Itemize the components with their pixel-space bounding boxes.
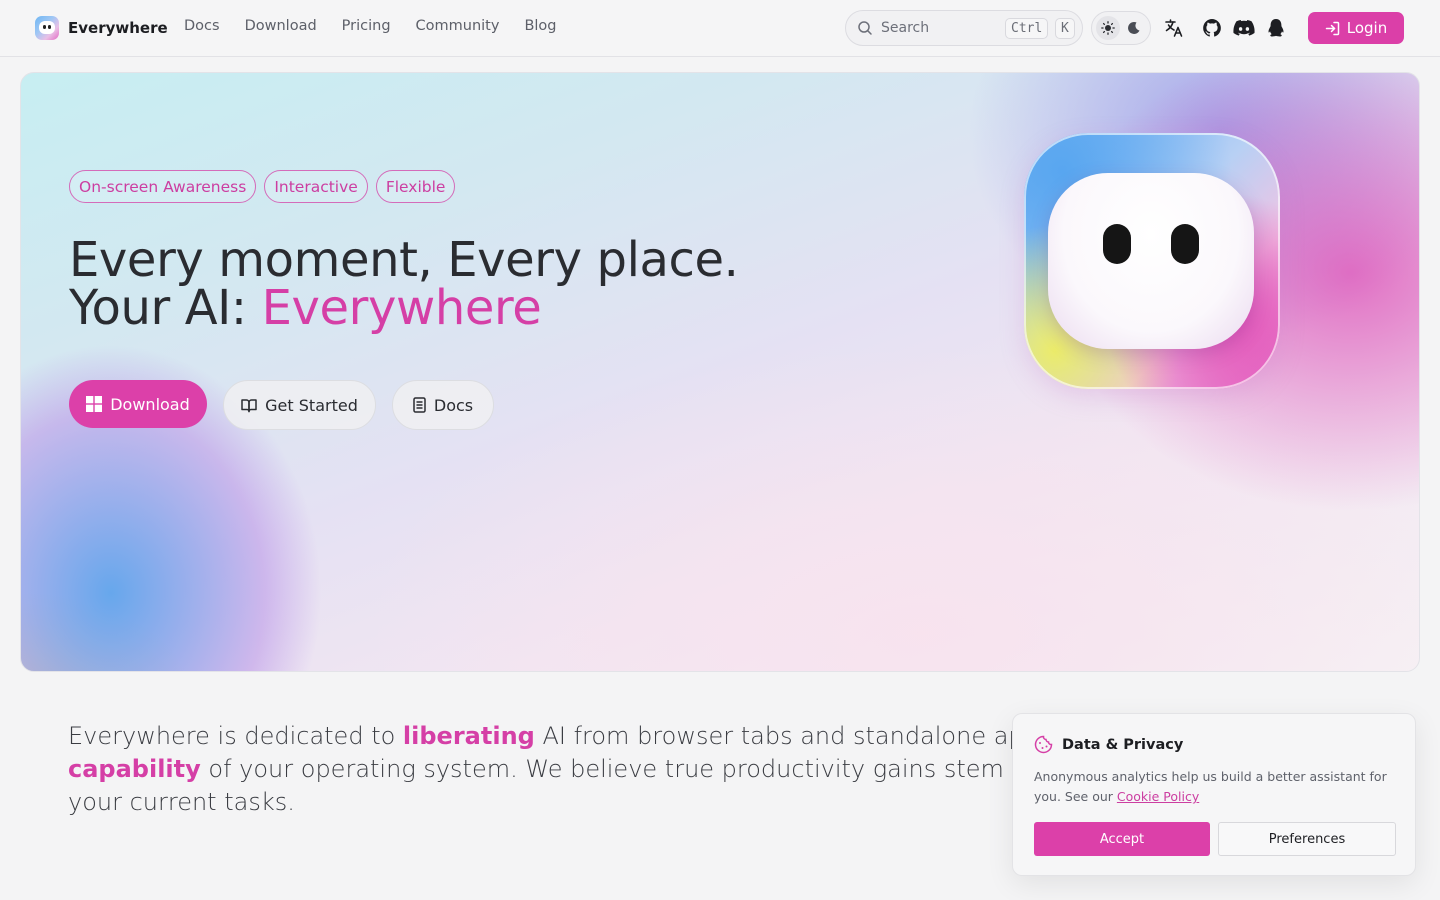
cookie-header: Data & Privacy [1034,735,1183,754]
shortcut-key-ctrl: Ctrl [1005,18,1049,39]
brand[interactable]: Everywhere [35,15,168,41]
cookie-description: Anonymous analytics help us build a bett… [1034,767,1404,807]
get-started-button[interactable]: Get Started [223,380,376,430]
github-icon[interactable] [1201,17,1223,39]
theme-switcher [1091,11,1151,45]
get-started-label: Get Started [265,395,358,415]
top-navbar: Everywhere Docs Download Pricing Communi… [0,0,1440,57]
headline-line-2: Your AI: Everywhere [69,284,739,332]
mascot-right-eye [1171,224,1199,264]
sun-icon[interactable] [1096,16,1120,40]
mission-statement: Everywhere is dedicated to liberating AI… [68,720,1168,819]
headline-prefix: Your AI: [69,280,262,336]
qq-icon[interactable] [1265,17,1287,39]
hero-headline: Every moment, Every place. Your AI: Ever… [69,236,739,332]
book-open-icon [241,398,257,412]
nav-links: Docs Download Pricing Community Blog [184,18,582,34]
translate-icon[interactable] [1163,17,1185,39]
document-icon [413,397,426,413]
docs-button[interactable]: Docs [392,380,494,430]
preferences-button[interactable]: Preferences [1218,822,1396,856]
shortcut-key-k: K [1055,18,1075,39]
mission-highlight-capability: capability [68,755,201,783]
nav-link-download[interactable]: Download [245,18,317,34]
search-icon [858,21,872,35]
windows-icon [86,396,103,412]
cookie-consent-card: Data & Privacy Anonymous analytics help … [1012,713,1416,876]
nav-link-blog[interactable]: Blog [524,18,556,34]
mission-text-1: Everywhere is dedicated to [68,722,403,750]
docs-label: Docs [433,395,474,415]
download-button[interactable]: Download [69,380,207,428]
hero-buttons: Download Get Started Docs [69,380,510,430]
mission-highlight-liberating: liberating [402,722,535,750]
login-icon [1325,21,1340,35]
mission-text-4: your current tasks. [68,788,295,816]
mascot-face [1048,173,1254,349]
pill-interactive: Interactive [264,170,368,203]
nav-link-docs[interactable]: Docs [184,18,220,34]
feature-pills: On-screen Awareness Interactive Flexible [69,170,463,203]
brand-name: Everywhere [68,19,168,37]
nav-link-pricing[interactable]: Pricing [342,18,391,34]
download-label: Download [110,394,190,414]
cookie-title: Data & Privacy [1062,736,1184,753]
search-placeholder: Search [881,20,930,36]
nav-link-community[interactable]: Community [416,18,500,34]
cookie-body-text: Anonymous analytics help us build a bett… [1034,769,1387,804]
hero-section: On-screen Awareness Interactive Flexible… [20,72,1420,672]
accept-button[interactable]: Accept [1034,822,1210,856]
mascot-left-eye [1103,224,1131,264]
pill-flexible: Flexible [375,170,456,203]
search-button[interactable]: Search Ctrl K [845,10,1083,46]
brand-logo-icon [35,16,59,40]
mascot-app-icon [1024,133,1280,389]
login-button[interactable]: Login [1308,12,1404,44]
cookie-icon [1034,735,1053,754]
cookie-policy-link[interactable]: Cookie Policy [1117,789,1199,804]
mission-text-3: of your operating system. We believe tru… [200,755,1123,783]
login-label: Login [1346,19,1388,37]
discord-icon[interactable] [1233,17,1255,39]
moon-icon[interactable] [1122,16,1146,40]
headline-accent: Everywhere [261,280,542,336]
headline-line-1: Every moment, Every place. [69,232,739,288]
pill-on-screen-awareness: On-screen Awareness [69,170,257,203]
